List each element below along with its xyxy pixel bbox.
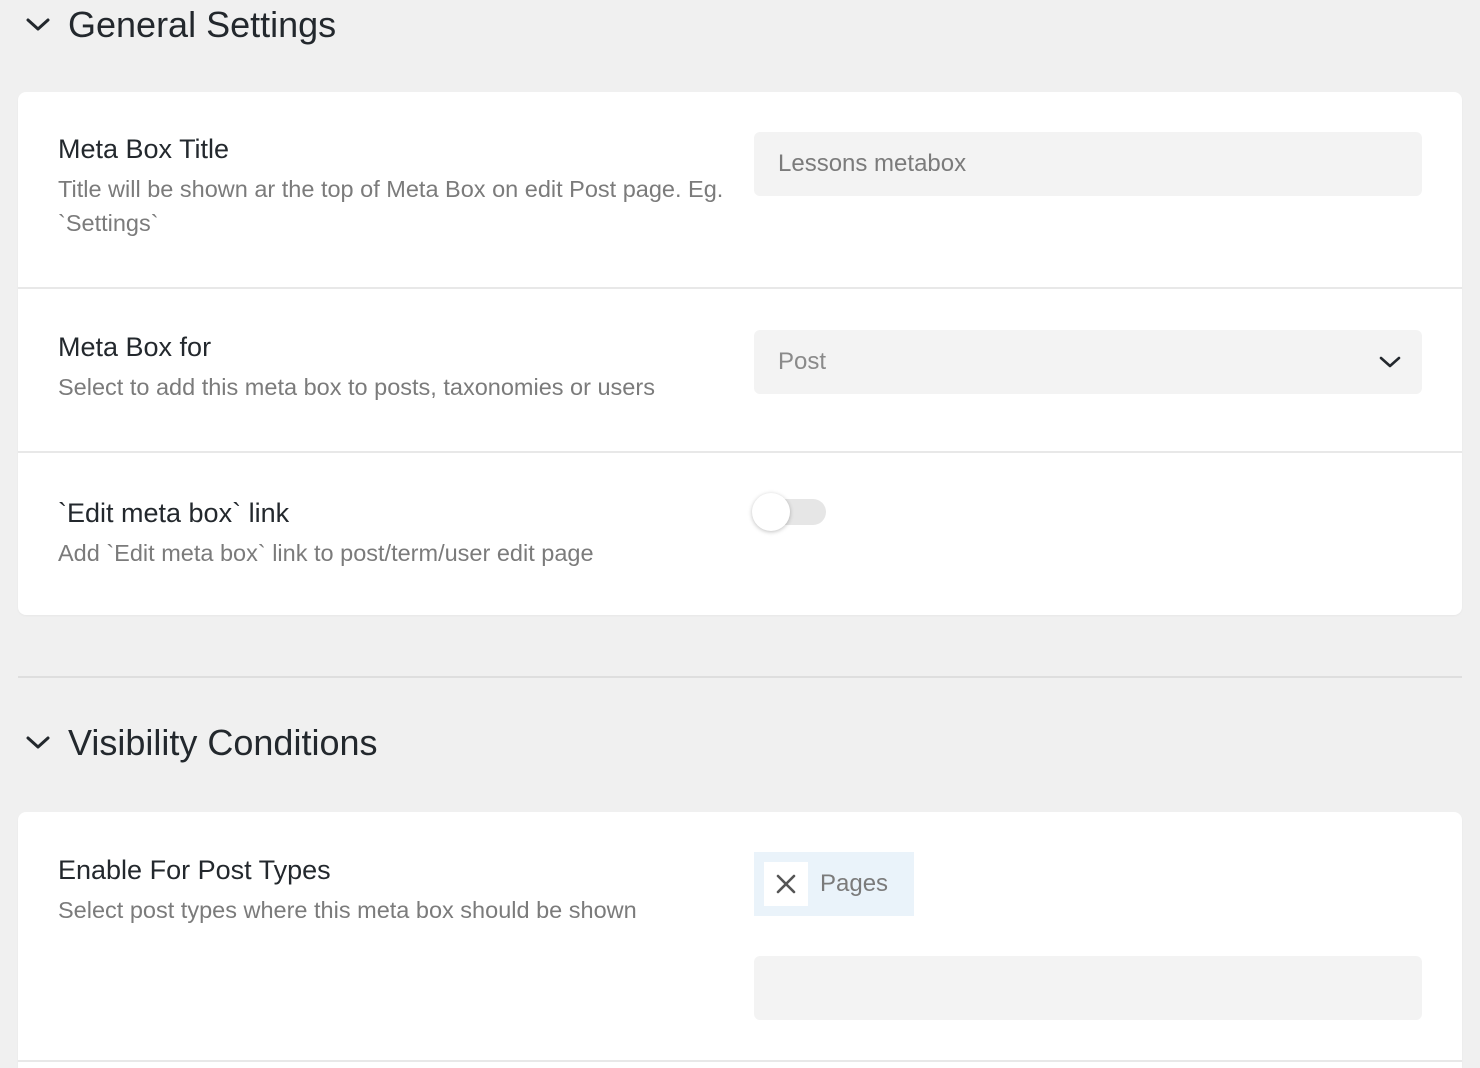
post-types-description: Select post types where this meta box sh… <box>58 897 637 923</box>
meta-box-for-select[interactable]: Post <box>754 330 1422 394</box>
chevron-down-icon[interactable] <box>24 729 52 757</box>
meta-box-for-description: Select to add this meta box to posts, ta… <box>58 374 655 400</box>
edit-link-label: `Edit meta box` link <box>58 498 290 528</box>
chevron-down-icon[interactable] <box>24 11 52 39</box>
post-type-tag-label: Pages <box>820 870 889 897</box>
meta-box-for-selected: Post <box>778 348 827 375</box>
toggle-knob <box>752 493 790 531</box>
section-divider <box>18 676 1462 678</box>
meta-box-title-input[interactable] <box>778 150 1378 178</box>
section-title: Visibility Conditions <box>68 722 378 763</box>
chevron-down-icon <box>1378 350 1402 374</box>
close-icon[interactable] <box>764 862 808 906</box>
post-types-row: Enable For Post Types Select post types … <box>18 812 1462 1062</box>
edit-link-description: Add `Edit meta box` link to post/term/us… <box>58 540 594 566</box>
section-title: General Settings <box>68 4 337 45</box>
post-types-label: Enable For Post Types <box>58 855 331 885</box>
meta-box-title-label: Meta Box Title <box>58 134 230 164</box>
visibility-conditions-card: Enable For Post Types Select post types … <box>18 812 1462 1068</box>
meta-box-for-row: Meta Box for Select to add this meta box… <box>18 289 1462 453</box>
post-type-tag: Pages <box>754 852 914 916</box>
meta-box-for-label: Meta Box for <box>58 332 212 362</box>
meta-box-title-field[interactable] <box>754 132 1422 196</box>
meta-box-title-row: Meta Box Title Title will be shown ar th… <box>18 92 1462 289</box>
general-settings-card: Meta Box Title Title will be shown ar th… <box>18 92 1462 615</box>
edit-link-row: `Edit meta box` link Add `Edit meta box`… <box>18 453 1462 615</box>
meta-box-title-description: Title will be shown ar the top of Meta B… <box>58 176 724 236</box>
post-types-search-input[interactable] <box>778 974 1378 1002</box>
edit-link-toggle[interactable] <box>752 493 826 531</box>
post-types-search-field[interactable] <box>754 956 1422 1020</box>
